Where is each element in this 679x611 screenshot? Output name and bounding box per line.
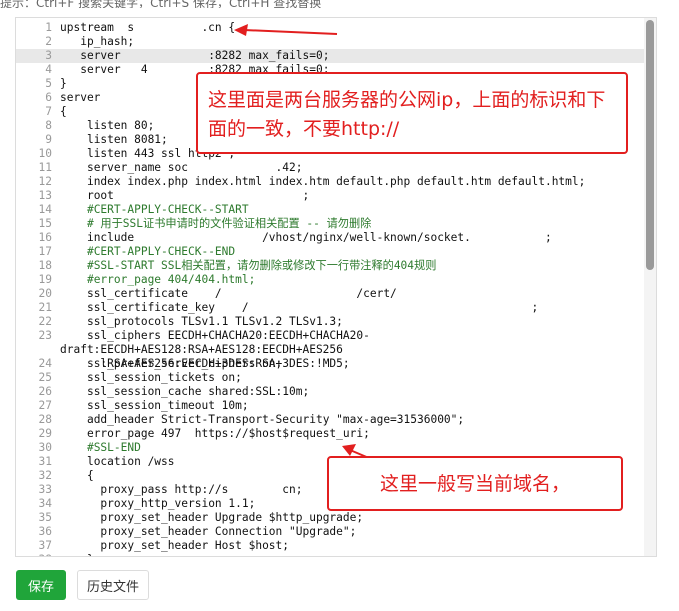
line-number: 19	[38, 273, 52, 286]
code-line[interactable]: 16 include /vhost/nginx/well-known/socke…	[16, 231, 644, 245]
line-number: 3	[45, 49, 52, 62]
line-number: 37	[38, 539, 52, 552]
line-number: 22	[38, 315, 52, 328]
line-number: 8	[45, 119, 52, 132]
line-number: 9	[45, 133, 52, 146]
line-text: ssl_session_tickets on;	[60, 371, 242, 384]
line-number: 23	[38, 329, 52, 342]
code-line[interactable]: 20 ssl_certificate / /cert/	[16, 287, 644, 301]
line-text: ssl_session_cache shared:SSL:10m;	[60, 385, 310, 398]
line-text: include /vhost/nginx/well-known/socket. …	[60, 231, 552, 244]
line-number: 14	[38, 203, 52, 216]
code-line[interactable]: 30 #SSL-END	[16, 441, 644, 455]
line-number: 1	[45, 21, 52, 34]
line-number: 25	[38, 371, 52, 384]
line-text: root ;	[60, 189, 310, 202]
line-number: 35	[38, 511, 52, 524]
line-text: server_name soc .42;	[60, 161, 303, 174]
scrollbar-thumb[interactable]	[646, 20, 654, 270]
line-number: 17	[38, 245, 52, 258]
code-line[interactable]: 15 # 用于SSL证书申请时的文件验证相关配置 -- 请勿删除	[16, 217, 644, 231]
line-text: ssl_certificate / /cert/	[60, 287, 485, 300]
annotation-box-ip: 这里面是两台服务器的公网ip，上面的标识和下面的一致，不要http://	[196, 72, 628, 154]
line-text: ssl_session_timeout 10m;	[60, 399, 249, 412]
code-line[interactable]: 3 server :8282 max_fails=0;	[16, 49, 644, 63]
line-number: 26	[38, 385, 52, 398]
code-line[interactable]: 38 }	[16, 553, 644, 556]
line-number: 5	[45, 77, 52, 90]
code-line[interactable]: 13 root ;	[16, 189, 644, 203]
code-line[interactable]: 23 ssl_ciphers EECDH+CHACHA20:EECDH+CHAC…	[16, 329, 644, 370]
code-line[interactable]: 35 proxy_set_header Upgrade $http_upgrad…	[16, 511, 644, 525]
line-text: server :8282 max_fails=0;	[60, 49, 330, 62]
line-number: 15	[38, 217, 52, 230]
code-line[interactable]: 22 ssl_protocols TLSv1.1 TLSv1.2 TLSv1.3…	[16, 315, 644, 329]
line-text: proxy_set_header Upgrade $http_upgrade;	[60, 511, 364, 524]
line-number: 20	[38, 287, 52, 300]
annotation-arrow-top	[234, 24, 338, 36]
code-line[interactable]: 12 index index.php index.html index.htm …	[16, 175, 644, 189]
history-files-button[interactable]: 历史文件	[77, 570, 149, 600]
line-number: 2	[45, 35, 52, 48]
code-line[interactable]: 24 ssl_prefer_server_ciphers on;	[16, 357, 644, 371]
line-text: ssl_certificate_key / ;	[60, 301, 539, 314]
line-text: #CERT-APPLY-CHECK--END	[60, 245, 236, 258]
line-number: 21	[38, 301, 52, 314]
line-text: proxy_set_header Connection "Upgrade";	[60, 525, 357, 538]
annotation-box-domain: 这里一般写当前域名，	[327, 456, 623, 511]
line-text: #error_page 404/404.html;	[60, 273, 256, 286]
code-line[interactable]: 18 #SSL-START SSL相关配置，请勿删除或修改下一行带注释的404规…	[16, 259, 644, 273]
line-text: #SSL-START SSL相关配置，请勿删除或修改下一行带注释的404规则	[60, 259, 437, 272]
line-number: 13	[38, 189, 52, 202]
line-number: 12	[38, 175, 52, 188]
line-number: 11	[38, 161, 52, 174]
line-text: }	[60, 553, 644, 556]
line-number: 30	[38, 441, 52, 454]
line-number: 7	[45, 105, 52, 118]
line-text: index index.php index.html index.htm def…	[60, 175, 586, 188]
line-number: 18	[38, 259, 52, 272]
line-number: 32	[38, 469, 52, 482]
line-text: ip_hash;	[60, 35, 135, 48]
code-line[interactable]: 37 proxy_set_header Host $host;	[16, 539, 644, 553]
line-number: 28	[38, 413, 52, 426]
line-text: #CERT-APPLY-CHECK--START	[60, 203, 249, 216]
editor-hint: 提示：Ctrl+F 搜索关键字，Ctrl+S 保存，Ctrl+H 查找替换	[0, 0, 322, 8]
save-button[interactable]: 保存	[16, 570, 66, 600]
code-line[interactable]: 21 ssl_certificate_key / ;	[16, 301, 644, 315]
code-line[interactable]: 27 ssl_session_timeout 10m;	[16, 399, 644, 413]
code-line[interactable]: 17 #CERT-APPLY-CHECK--END	[16, 245, 644, 259]
code-line[interactable]: 28 add_header Strict-Transport-Security …	[16, 413, 644, 427]
line-text: upstream s .cn {	[60, 21, 236, 34]
code-line[interactable]: 25 ssl_session_tickets on;	[16, 371, 644, 385]
code-line[interactable]: 29 error_page 497 https://$host$request_…	[16, 427, 644, 441]
line-text: ssl_ciphers EECDH+CHACHA20:EECDH+CHACHA2…	[60, 329, 370, 370]
code-line[interactable]: 14 #CERT-APPLY-CHECK--START	[16, 203, 644, 217]
line-number: 34	[38, 497, 52, 510]
line-number: 24	[38, 357, 52, 370]
line-number: 10	[38, 147, 52, 160]
line-number: 33	[38, 483, 52, 496]
line-number: 16	[38, 231, 52, 244]
line-number: 38	[16, 553, 60, 556]
line-text: ssl_prefer_server_ciphers on;	[60, 357, 283, 370]
line-number: 27	[38, 399, 52, 412]
line-number: 36	[38, 525, 52, 538]
line-text: # 用于SSL证书申请时的文件验证相关配置 -- 请勿删除	[60, 217, 372, 230]
code-line[interactable]: 26 ssl_session_cache shared:SSL:10m;	[16, 385, 644, 399]
line-number: 31	[38, 455, 52, 468]
line-number: 6	[45, 91, 52, 104]
code-line[interactable]: 19 #error_page 404/404.html;	[16, 273, 644, 287]
code-line[interactable]: 36 proxy_set_header Connection "Upgrade"…	[16, 525, 644, 539]
line-text: add_header Strict-Transport-Security "ma…	[60, 413, 465, 426]
line-text: proxy_set_header Host $host;	[60, 539, 290, 552]
line-text: error_page 497 https://$host$request_uri…	[60, 427, 370, 440]
line-number: 4	[45, 63, 52, 76]
code-line[interactable]: 11 server_name soc .42;	[16, 161, 644, 175]
line-text: ssl_protocols TLSv1.1 TLSv1.2 TLSv1.3;	[60, 315, 343, 328]
line-number: 29	[38, 427, 52, 440]
editor-scrollbar[interactable]	[644, 18, 656, 556]
